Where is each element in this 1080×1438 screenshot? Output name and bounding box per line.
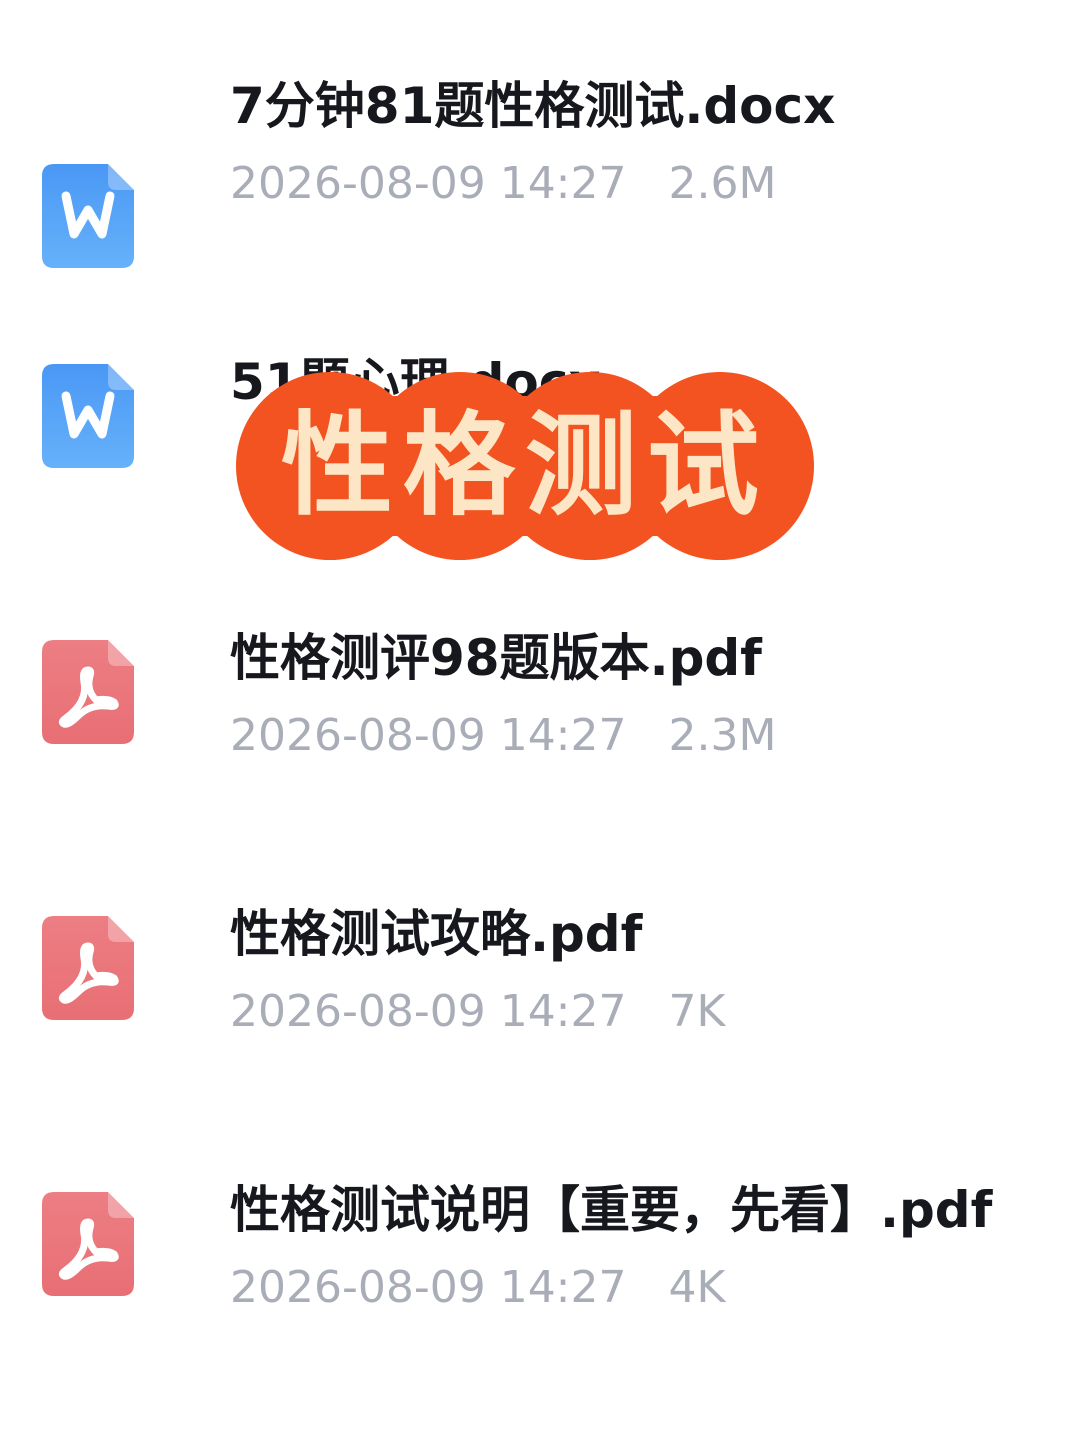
file-size: 2.6M (668, 158, 777, 209)
file-meta: 2026-08-09 14:27 7K (230, 986, 725, 1038)
file-row[interactable]: 性格测试攻略.pdf 2026-08-09 14:27 7K (0, 904, 1080, 1104)
pdf-icon (42, 640, 134, 744)
file-meta: 2026-08-09 14:27 4K (230, 1262, 725, 1314)
file-size: 4K (668, 1262, 726, 1313)
file-date: 2026-08-09 14:27 (230, 710, 627, 761)
file-name: 性格测试攻略.pdf (230, 905, 643, 963)
word-doc-icon (42, 164, 134, 268)
pdf-icon (42, 916, 134, 1020)
file-name: 性格测评98题版本.pdf (230, 629, 762, 687)
pdf-icon (42, 1192, 134, 1296)
file-row[interactable]: 性格测评98题版本.pdf 2026-08-09 14:27 2.3M (0, 628, 1080, 828)
file-list: 7分钟81题性格测试.docx 2026-08-09 14:272.6M 51题… (0, 0, 1080, 1438)
file-size: 7K (668, 986, 726, 1037)
word-doc-icon (42, 364, 134, 468)
file-date: 2026-08-09 14:27 (230, 158, 627, 209)
file-row[interactable]: 性格测试说明【重要，先看】.pdf 2026-08-09 14:27 4K (0, 1180, 1080, 1380)
banner-title: 性格测试 (281, 400, 769, 531)
file-meta: 2026-08-09 14:27 2.6M (230, 158, 776, 210)
file-date: 2026-08-09 14:27 (230, 986, 627, 1037)
file-size: 2.3M (668, 710, 777, 761)
file-date: 2026-08-09 14:27 (230, 1262, 627, 1313)
title-banner: 性格测试 (236, 372, 814, 560)
file-row[interactable]: 7分钟81题性格测试.docx 2026-08-09 14:27 2.6M (0, 76, 1080, 276)
file-name: 7分钟81题性格测试.docx (230, 77, 836, 135)
file-meta: 2026-08-09 14:27 2.3M (230, 710, 776, 762)
file-name: 性格测试说明【重要，先看】.pdf (230, 1181, 993, 1239)
